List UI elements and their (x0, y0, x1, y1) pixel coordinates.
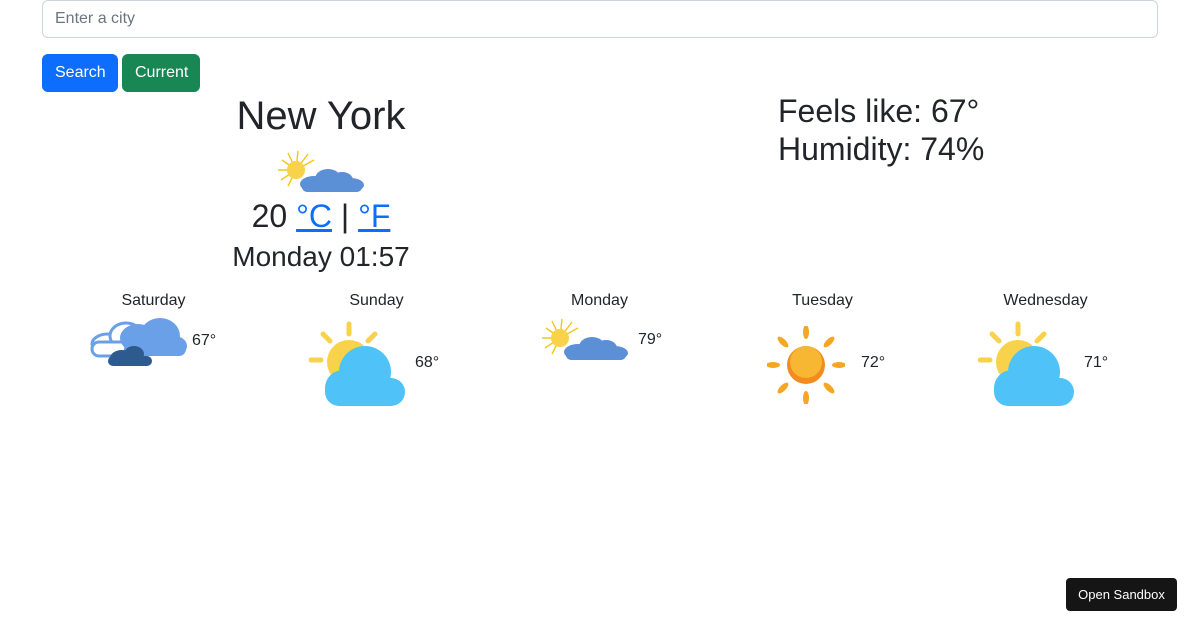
forecast-day-name: Monday (571, 292, 628, 309)
partly-sunny-icon (309, 321, 405, 406)
celsius-link[interactable]: °C (296, 198, 332, 234)
forecast: Saturday 67° Sunday 68° Monday 79° Tuesd… (42, 290, 1158, 420)
forecast-day: Sunday 68° (265, 290, 488, 420)
forecast-temp: 71° (1084, 354, 1109, 371)
forecast-day-name: Tuesday (792, 292, 853, 309)
city-name: New York (236, 94, 406, 138)
unit-separator: | (340, 198, 350, 234)
forecast-day: Saturday 67° (42, 290, 265, 420)
open-sandbox-button[interactable]: Open Sandbox (1066, 578, 1177, 611)
forecast-day: Tuesday 72° (711, 290, 934, 420)
forecast-temp: 68° (415, 354, 440, 371)
partly-sunny-icon (978, 321, 1074, 406)
temperature-value: 20 (251, 198, 288, 234)
current-location-button[interactable]: Current (122, 54, 200, 92)
forecast-temp: 72° (861, 354, 886, 371)
local-time: Monday 01:57 (232, 241, 410, 272)
forecast-day-name: Sunday (349, 292, 404, 309)
current-weather: New York 20 °C | °F Monday 01:57 (200, 92, 442, 274)
forecast-temp: 79° (638, 331, 663, 348)
forecast-day: Monday 79° (488, 290, 711, 420)
forecast-day-name: Saturday (121, 292, 186, 309)
humidity: Humidity: 74% (778, 131, 985, 167)
forecast-day-name: Wednesday (1003, 292, 1088, 309)
sunny-icon (767, 326, 845, 404)
city-search-input[interactable] (42, 0, 1158, 38)
temperature-line: 20 °C | °F (200, 196, 442, 236)
partly-cloudy-icon (542, 318, 628, 360)
weather-app: Search Current New York (0, 0, 1200, 630)
search-button[interactable]: Search (42, 54, 118, 92)
forecast-day: Wednesday 71° (934, 290, 1157, 420)
partly-cloudy-icon (278, 150, 364, 192)
cloudy-icon (90, 318, 187, 366)
weather-details: Feels like: 67° Humidity: 74% (778, 92, 984, 168)
fahrenheit-link[interactable]: °F (358, 198, 390, 234)
feels-like: Feels like: 67° (778, 93, 980, 129)
forecast-temp: 67° (192, 332, 217, 349)
